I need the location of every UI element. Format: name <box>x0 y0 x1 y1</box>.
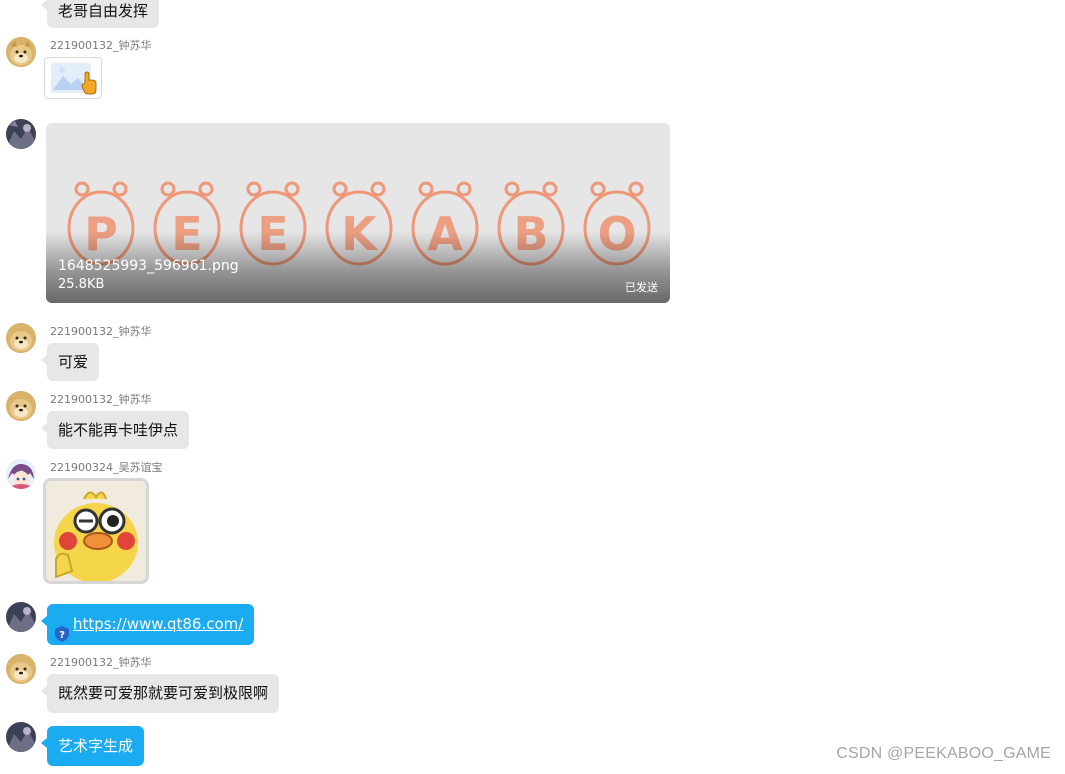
avatar-dark[interactable] <box>6 119 36 149</box>
avatar-doge[interactable] <box>6 654 36 684</box>
message-bubble[interactable]: 艺术字生成 <box>40 726 145 766</box>
message-bubble[interactable]: 可爱 <box>40 343 100 381</box>
sender-name: 221900324_吴苏谊宝 <box>50 461 163 474</box>
file-status: 已发送 <box>625 281 658 294</box>
image-thumbnail[interactable] <box>44 57 102 99</box>
avatar-dark[interactable] <box>6 722 36 752</box>
image-file-card[interactable]: P E E K A B O 1648525993_596961.png 25.8… <box>46 123 670 303</box>
link-message-bubble[interactable]: ? https://www.qt86.com/ <box>40 604 255 645</box>
message-bubble[interactable]: 既然要可爱那就要可爱到极限啊 <box>40 674 280 713</box>
sender-name: 221900132_钟苏华 <box>50 39 152 52</box>
shield-question-icon: ? <box>55 617 69 642</box>
svg-text:?: ? <box>59 630 65 641</box>
avatar-dark[interactable] <box>6 602 36 632</box>
sender-name: 221900132_钟苏华 <box>50 325 152 338</box>
watermark: CSDN @PEEKABOO_GAME <box>836 745 1051 762</box>
message-link[interactable]: https://www.qt86.com/ <box>73 615 243 633</box>
message-bubble[interactable]: 老哥自由发挥 <box>40 0 160 28</box>
sender-name: 221900132_钟苏华 <box>50 393 152 406</box>
message-bubble[interactable]: 能不能再卡哇伊点 <box>40 411 190 449</box>
avatar-anime[interactable] <box>6 459 36 489</box>
file-name: 1648525993_596961.png <box>58 258 239 274</box>
file-size: 25.8KB <box>58 277 105 292</box>
sticker-duck[interactable] <box>43 478 149 584</box>
avatar-doge[interactable] <box>6 37 36 67</box>
avatar-doge[interactable] <box>6 391 36 421</box>
sender-name: 221900132_钟苏华 <box>50 656 152 669</box>
avatar-doge[interactable] <box>6 323 36 353</box>
